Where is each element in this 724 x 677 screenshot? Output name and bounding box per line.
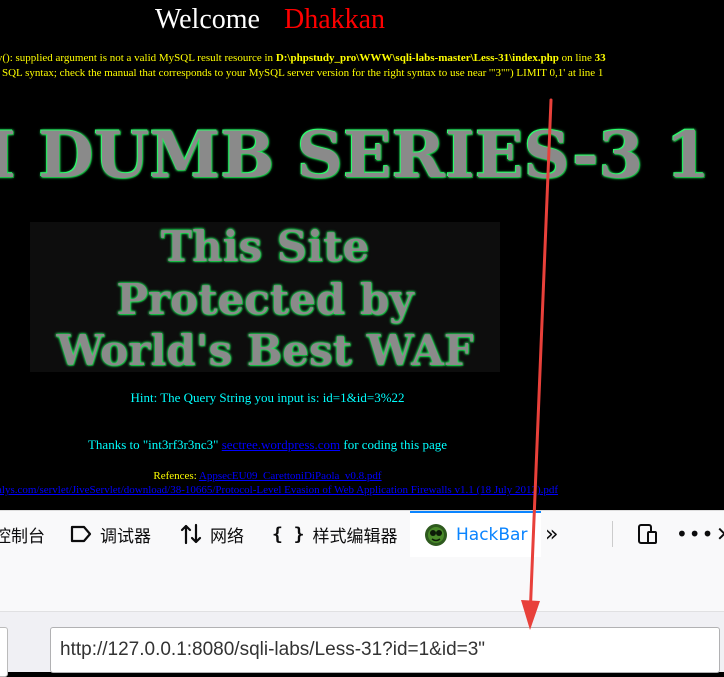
- tab-console-label: 控制台: [0, 526, 45, 547]
- error-path: D:\phpstudy_pro\WWW\sqli-labs-master\Les…: [275, 52, 559, 64]
- tab-console[interactable]: 控制台: [0, 511, 45, 557]
- query-hint: Hint: The Query String you input is: id=…: [130, 390, 405, 405]
- devtools-toolbar: 控制台 调试器 网络 { } 样式编辑器 HackBar » ••• ✕: [0, 510, 724, 558]
- waf-banner-line-1: This Site: [160, 222, 370, 271]
- debugger-icon: [70, 525, 92, 543]
- reference-link-1[interactable]: AppsecEU09_CarettoniDiPaola_v0.8.pdf: [199, 470, 382, 482]
- sectree-link[interactable]: sectree.wordpress.com: [222, 437, 340, 452]
- hackbar-panel: http://127.0.0.1:8080/sqli-labs/Less-31?…: [0, 557, 724, 677]
- toolbar-divider: [612, 521, 613, 547]
- thanks-text-end: for coding this page: [340, 437, 447, 452]
- mysql-error-line-1: ay(): supplied argument is not a valid M…: [0, 52, 606, 64]
- waf-banner-line-2: Protected by: [116, 275, 414, 324]
- username: Dhakkan: [283, 4, 386, 35]
- thanks-text: Thanks to "int3rf3r3nc3": [87, 437, 222, 452]
- more-tabs-chevron-icon[interactable]: »: [545, 511, 558, 557]
- hackbar-icon: [424, 523, 448, 547]
- tab-network-label: 网络: [210, 526, 244, 547]
- tab-hackbar-label: HackBar: [456, 525, 528, 545]
- close-icon[interactable]: ✕: [716, 511, 724, 557]
- reference-link-2[interactable]: gualys.com/servlet/JiveServlet/download/…: [0, 484, 558, 496]
- tab-style-editor-label: 样式编辑器: [312, 526, 398, 547]
- more-options-icon[interactable]: •••: [676, 511, 714, 557]
- tab-style-editor[interactable]: { } 样式编辑器: [272, 511, 398, 557]
- url-input[interactable]: http://127.0.0.1:8080/sqli-labs/Less-31?…: [50, 627, 720, 673]
- series-banner: I DUMB SERIES-3 1: [0, 118, 711, 193]
- welcome-text: Welcome: [154, 4, 260, 35]
- tab-debugger-label: 调试器: [100, 526, 151, 547]
- tab-hackbar[interactable]: HackBar: [410, 511, 542, 557]
- references-line: Refences: AppsecEU09_CarettoniDiPaola_v0…: [0, 470, 535, 482]
- error-line-number: 33: [594, 52, 606, 64]
- responsive-design-icon[interactable]: [636, 511, 658, 557]
- style-editor-icon: { }: [272, 523, 305, 545]
- error-text: ay(): supplied argument is not a valid M…: [0, 52, 276, 64]
- network-icon: [180, 523, 202, 545]
- web-page: Welcome Dhakkan ay(): supplied argument i…: [0, 0, 724, 510]
- waf-banner-line-3: World's Best WAF: [56, 326, 474, 375]
- welcome-heading: Welcome Dhakkan: [0, 4, 540, 36]
- thanks-line: Thanks to "int3rf3r3nc3" sectree.wordpre…: [0, 437, 535, 453]
- mysql-error-line-2: SQL syntax; check the manual that corres…: [2, 67, 604, 79]
- hackbar-menu-bar: [0, 557, 724, 612]
- references-label: Refences:: [153, 470, 199, 482]
- hackbar-side-control[interactable]: [0, 627, 8, 677]
- references-line-2: gualys.com/servlet/JiveServlet/download/…: [0, 484, 558, 496]
- error-text-mid: on line: [558, 52, 595, 64]
- tab-debugger[interactable]: 调试器: [70, 511, 151, 557]
- tab-network[interactable]: 网络: [180, 511, 244, 557]
